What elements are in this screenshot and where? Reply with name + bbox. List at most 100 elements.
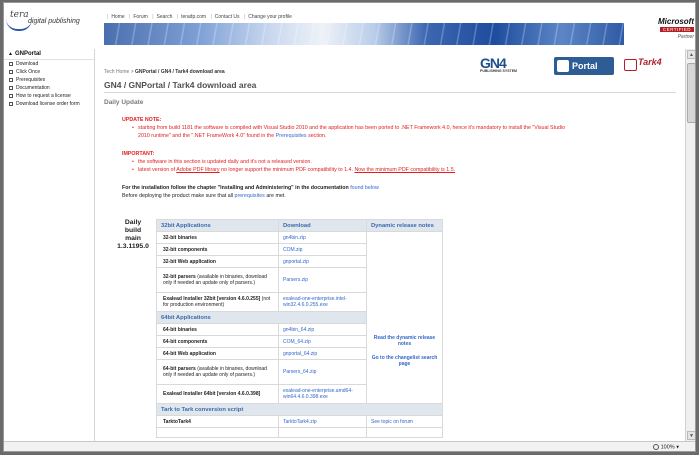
important-item-2-underlined: Now the minimum PDF compatibility is 1.5… bbox=[354, 167, 456, 173]
row-label: 32-bit components bbox=[156, 243, 279, 256]
download-link[interactable]: gn4bin_64.zip bbox=[278, 323, 367, 336]
row-label: 32-bit parsers (available in binaries, d… bbox=[156, 267, 279, 293]
download-link[interactable]: gn4bin.zip bbox=[278, 231, 367, 244]
instructions-line1: For the installation follow the chapter … bbox=[122, 185, 349, 191]
nav-forum-link[interactable]: Forum bbox=[133, 14, 147, 20]
checkbox-icon bbox=[9, 101, 13, 106]
sidebar-item-label: Prerequisites bbox=[16, 77, 46, 83]
download-link[interactable]: exalead-one-enterprise.intel-win32.4.6.0… bbox=[278, 292, 367, 312]
download-link[interactable]: gnportal_64.zip bbox=[278, 347, 367, 360]
update-note-heading: UPDATE NOTE: bbox=[122, 117, 162, 123]
col-header-32bit: 32bit Applications bbox=[156, 219, 279, 232]
breadcrumb-separator: > bbox=[130, 69, 134, 75]
daily-build-line1: Daily bbox=[124, 219, 142, 226]
nav-search-link[interactable]: Search bbox=[157, 14, 173, 20]
table-header-row: 32bit Applications Download Dynamic rele… bbox=[156, 219, 443, 232]
sidebar-item-prerequisites[interactable]: Prerequisites bbox=[4, 76, 94, 84]
main-content: Tech Home > GNPortal / GN4 / Tark4 downl… bbox=[96, 49, 684, 441]
forum-topic-link[interactable]: See topic on forum bbox=[366, 415, 443, 428]
table-row: TarktoTark4 TarktoTark4.zip See topic on… bbox=[156, 415, 443, 428]
vertical-scrollbar[interactable]: ▲ ▼ bbox=[685, 49, 695, 441]
important-note: IMPORTANT: the software in this section … bbox=[122, 150, 455, 174]
table-row bbox=[156, 427, 443, 438]
update-note-line2-end: section. bbox=[308, 133, 327, 139]
found-below-link[interactable]: found below bbox=[350, 185, 379, 191]
download-link[interactable]: COM.zip bbox=[278, 243, 367, 256]
sidebar-header[interactable]: ▲ GNPortal bbox=[4, 49, 94, 60]
breadcrumb-current: GNPortal / GN4 / Tark4 download area bbox=[135, 69, 225, 75]
breadcrumb-root-link[interactable]: Tech Home bbox=[104, 69, 129, 75]
row-label: 64-bit parsers (available in binaries, d… bbox=[156, 359, 279, 385]
empty-cell bbox=[366, 427, 443, 438]
empty-cell bbox=[156, 427, 279, 438]
zoom-level: 100% bbox=[660, 444, 675, 451]
sidebar-item-request-license[interactable]: How to request a license bbox=[4, 92, 94, 100]
checkbox-icon bbox=[9, 61, 13, 66]
nav-teradp-link[interactable]: teradp.com bbox=[181, 14, 206, 20]
row-label: 64-bit Web application bbox=[156, 347, 279, 360]
row-label: TarktoTark4 bbox=[156, 415, 279, 428]
browser-window: tera digital publishing | Home | Forum | Se… bbox=[3, 2, 696, 452]
empty-cell bbox=[278, 427, 367, 438]
col-header-download: Download bbox=[278, 219, 367, 232]
sidebar-item-license-order-form[interactable]: Download license order form bbox=[4, 100, 94, 108]
ms-brand: Microsoft bbox=[658, 17, 694, 26]
sidebar-item-download[interactable]: Download bbox=[4, 60, 94, 68]
important-item-2-pre: latest version of bbox=[138, 167, 176, 173]
sidebar-item-click-once[interactable]: Click Once bbox=[4, 68, 94, 76]
checkbox-icon bbox=[9, 77, 13, 82]
update-note: UPDATE NOTE: starting from build 1181 th… bbox=[122, 116, 565, 140]
collapse-arrow-icon[interactable]: ▲ bbox=[8, 51, 13, 57]
prerequisites-link[interactable]: Prerequisites bbox=[276, 133, 307, 139]
changelist-search-link[interactable]: Go to the changelist search page bbox=[371, 355, 438, 367]
checkbox-icon bbox=[9, 93, 13, 98]
download-link[interactable]: COM_64.zip bbox=[278, 335, 367, 348]
gn4-logo[interactable]: GN4 PUBLISHING SYSTEM bbox=[480, 55, 517, 73]
instructions-line2-end: are met. bbox=[266, 193, 286, 199]
status-bar: 100% ▾ bbox=[4, 441, 695, 451]
important-heading: IMPORTANT: bbox=[122, 151, 155, 157]
download-link[interactable]: exalead-one-enterprise.amd64-win64.4.6.0… bbox=[278, 384, 367, 404]
scroll-thumb[interactable] bbox=[687, 63, 695, 123]
row-label: Exalead Installer 64bit [version 4.6.0.3… bbox=[156, 384, 279, 404]
sidebar-title: GNPortal bbox=[14, 51, 41, 57]
section-row-tark: Tark to Tark conversion script bbox=[156, 403, 443, 416]
logo-text-bottom: digital publishing bbox=[28, 18, 80, 25]
installation-instructions: For the installation follow the chapter … bbox=[122, 184, 379, 200]
nav-contact-link[interactable]: Contact Us bbox=[215, 14, 240, 20]
adobe-pdf-library-link[interactable]: Adobe PDF library bbox=[176, 167, 219, 173]
zoom-control[interactable]: 100% ▾ bbox=[652, 444, 679, 451]
download-link[interactable]: TarktoTark4.zip bbox=[278, 415, 367, 428]
instructions-line2: Before deploying the product make sure t… bbox=[122, 193, 234, 199]
download-link[interactable]: gnportal.zip bbox=[278, 255, 367, 268]
daily-build-line3: main bbox=[125, 235, 141, 242]
gnportal-logo[interactable]: Portal bbox=[554, 57, 614, 75]
tark4-logo[interactable]: Tark4 bbox=[624, 57, 662, 71]
read-release-notes-link[interactable]: Read the dynamic release notes bbox=[371, 335, 438, 347]
daily-build-line2: build bbox=[124, 227, 142, 234]
update-note-line2: 2010 runtime" and the ".NET FrameWork 4.… bbox=[138, 133, 275, 139]
daily-build-version: 1.3.1195.0 bbox=[117, 243, 149, 250]
download-link[interactable]: Parsers.zip bbox=[278, 267, 367, 293]
nav-profile-link[interactable]: Change your profile bbox=[248, 14, 292, 20]
logo-text-top: tera bbox=[10, 10, 29, 20]
checkbox-icon bbox=[9, 69, 13, 74]
scroll-down-arrow-icon[interactable]: ▼ bbox=[687, 431, 695, 440]
scroll-up-arrow-icon[interactable]: ▲ bbox=[687, 50, 695, 59]
breadcrumb: Tech Home > GNPortal / GN4 / Tark4 downl… bbox=[104, 69, 225, 75]
site-header: tera digital publishing | Home | Forum | Se… bbox=[4, 3, 695, 49]
nav-home-link[interactable]: Home bbox=[111, 14, 124, 20]
prerequisites-link-2[interactable]: prerequisites bbox=[235, 193, 265, 199]
section-title: 64bit Applications bbox=[156, 311, 367, 324]
sidebar: ▲ GNPortal Download Click Once Prerequisi… bbox=[4, 49, 95, 451]
top-navigation: | Home | Forum | Search | teradp.com | Contac… bbox=[107, 14, 292, 20]
sidebar-item-documentation[interactable]: Documentation bbox=[4, 84, 94, 92]
ms-partner: Partner bbox=[677, 34, 694, 40]
update-note-line1: starting from build 1181 the software is… bbox=[138, 125, 566, 131]
row-label: Exalead Installer 32bit [version 4.6.0.2… bbox=[156, 292, 279, 312]
update-note-item: starting from build 1181 the software is… bbox=[122, 124, 565, 140]
zoom-dropdown-icon[interactable]: ▾ bbox=[676, 444, 679, 450]
page-title: GN4 / GNPortal / Tark4 download area bbox=[104, 80, 257, 90]
tera-digital-publishing-logo[interactable]: tera digital publishing bbox=[6, 6, 102, 46]
download-link[interactable]: Parsers_64.zip bbox=[278, 359, 367, 385]
